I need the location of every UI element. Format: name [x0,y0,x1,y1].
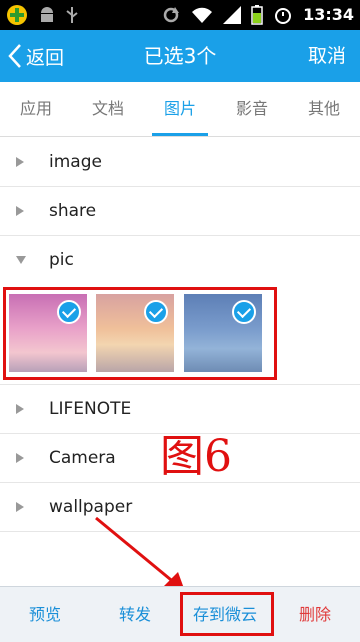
tab-documents[interactable]: 文档 [72,82,144,136]
alarm-icon [275,8,292,24]
tab-media[interactable]: 影音 [216,82,288,136]
expand-arrow-icon [16,501,24,512]
folder-name: pic [49,249,74,270]
back-button[interactable]: 返回 [8,30,64,82]
folder-name: share [49,200,97,221]
photo-thumbnail[interactable] [9,294,87,372]
back-label: 返回 [26,46,65,69]
tab-other[interactable]: 其他 [288,82,360,136]
expand-arrow-icon [16,452,24,463]
photo-thumbnail[interactable] [184,294,262,372]
folder-row[interactable]: share [0,186,360,236]
bottom-action-bar: 预览 转发 存到微云 删除 [0,586,360,642]
collapse-arrow-icon [16,255,26,264]
expand-arrow-icon [16,205,24,216]
title-bar: 已选3个 返回 取消 [0,30,360,82]
tab-images[interactable]: 图片 [144,82,216,136]
folder-row[interactable]: pic [0,235,360,284]
signal-icon [223,6,242,24]
cancel-button[interactable]: 取消 [308,30,346,82]
forward-button[interactable]: 转发 [90,587,180,642]
status-time: 13:34 [303,5,354,24]
folder-name: wallpaper [49,496,133,517]
folder-name: LIFENOTE [49,398,132,419]
folder-row[interactable]: wallpaper [0,482,360,532]
chevron-left-icon [8,44,21,68]
expand-arrow-icon [16,156,24,167]
category-tabs: 应用 文档 图片 影音 其他 [0,82,360,137]
battery-icon [251,5,263,25]
selected-check-icon[interactable] [144,300,168,324]
tab-apps[interactable]: 应用 [0,82,72,136]
status-bar: 13:34 [0,0,360,30]
preview-button[interactable]: 预览 [0,587,90,642]
usb-icon [66,7,78,23]
folder-row[interactable]: image [0,137,360,187]
android-icon [41,7,53,22]
expand-arrow-icon [16,403,24,414]
wifi-icon [192,7,213,23]
selected-check-icon[interactable] [232,300,256,324]
thumbnail-grid [0,284,360,385]
save-to-cloud-button[interactable]: 存到微云 [180,587,270,642]
sync-icon [163,7,180,23]
folder-name: image [49,151,102,172]
selected-check-icon[interactable] [57,300,81,324]
folder-name: Camera [49,447,116,468]
delete-button[interactable]: 删除 [270,587,360,642]
figure-annotation: 图6 [160,431,232,482]
photo-thumbnail[interactable] [96,294,174,372]
app-plus-icon [7,5,27,25]
